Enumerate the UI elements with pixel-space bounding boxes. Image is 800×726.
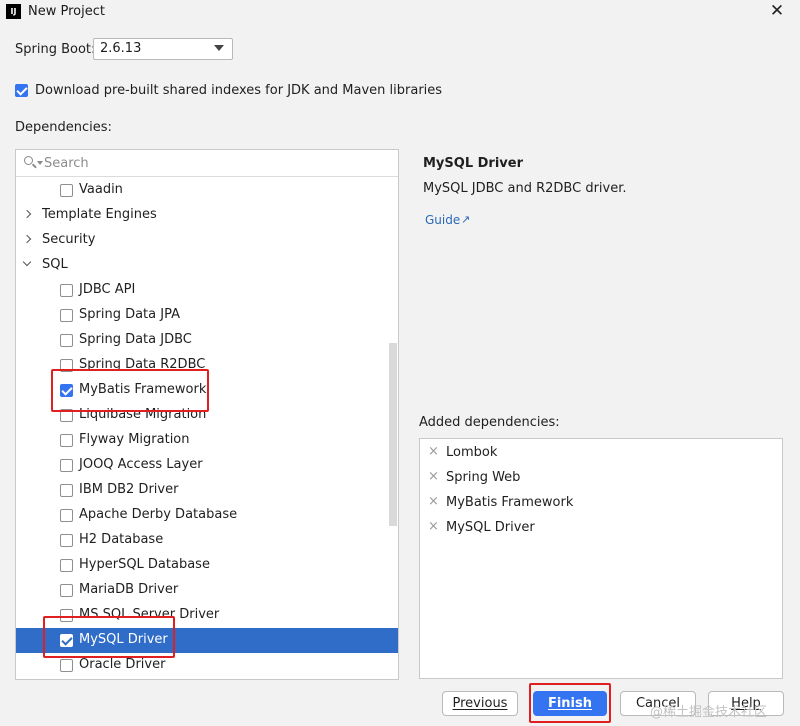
dependency-label: MariaDB Driver bbox=[79, 582, 179, 597]
search-history-caret-icon[interactable] bbox=[37, 161, 43, 165]
title-bar bbox=[0, 0, 800, 26]
spring-boot-label: Spring Boot: bbox=[15, 42, 96, 57]
dependency-label: Spring Data JDBC bbox=[79, 332, 192, 347]
added-dependency-label: Spring Web bbox=[446, 470, 521, 485]
tree-category-row[interactable]: Security bbox=[16, 228, 398, 253]
dependency-info-description: MySQL JDBC and R2DBC driver. bbox=[423, 181, 627, 196]
download-indexes-label: Download pre-built shared indexes for JD… bbox=[35, 83, 443, 98]
dependency-checkbox[interactable] bbox=[60, 334, 73, 347]
dependency-row[interactable]: Apache Derby Database bbox=[16, 503, 398, 528]
dependency-row[interactable]: IBM DB2 Driver bbox=[16, 478, 398, 503]
highlight-box-mybatis bbox=[51, 369, 209, 412]
dependency-row[interactable]: Flyway Migration bbox=[16, 428, 398, 453]
dependencies-tree: Vaadin Template Engines Security SQL JDBC AP… bbox=[15, 149, 399, 680]
search-input[interactable] bbox=[44, 154, 344, 172]
search-icon[interactable] bbox=[24, 156, 33, 165]
tree-category-label: Security bbox=[42, 232, 96, 247]
dependency-label: HyperSQL Database bbox=[79, 557, 210, 572]
dependency-label: JDBC API bbox=[79, 282, 136, 297]
external-link-icon: ↗ bbox=[461, 213, 471, 226]
dependency-label: Spring Data JPA bbox=[79, 307, 180, 322]
close-icon[interactable]: ✕ bbox=[764, 0, 790, 24]
tree-category-row[interactable]: SQL bbox=[16, 253, 398, 278]
dependency-checkbox[interactable] bbox=[60, 309, 73, 322]
added-dependency-label: Lombok bbox=[446, 445, 498, 460]
dependency-label: JOOQ Access Layer bbox=[79, 457, 203, 472]
dependency-row[interactable]: HyperSQL Database bbox=[16, 553, 398, 578]
download-indexes-checkbox[interactable] bbox=[15, 84, 28, 97]
dependency-label: H2 Database bbox=[79, 532, 164, 547]
dependency-label: Oracle Driver bbox=[79, 657, 166, 672]
dependency-row[interactable]: JOOQ Access Layer bbox=[16, 453, 398, 478]
dependency-info-title: MySQL Driver bbox=[423, 156, 523, 171]
watermark-text: @稀土掘金技术社区 bbox=[650, 705, 768, 720]
dependency-checkbox[interactable] bbox=[60, 509, 73, 522]
added-dependency-item[interactable]: × MyBatis Framework bbox=[420, 491, 780, 516]
added-dependencies-list: × Lombok × Spring Web × MyBatis Framework × MyS… bbox=[419, 438, 783, 679]
dependency-checkbox[interactable] bbox=[60, 584, 73, 597]
tree-category-label: SQL bbox=[42, 257, 68, 272]
search-row bbox=[16, 150, 398, 177]
dependency-checkbox[interactable] bbox=[60, 284, 73, 297]
dependency-label: IBM DB2 Driver bbox=[79, 482, 179, 497]
highlight-box-finish bbox=[529, 683, 611, 723]
added-dependency-label: MyBatis Framework bbox=[446, 495, 574, 510]
tree-category-label: Template Engines bbox=[42, 207, 157, 222]
dependency-checkbox[interactable] bbox=[60, 659, 73, 672]
window-title: New Project bbox=[28, 4, 105, 19]
dependency-row[interactable]: Vaadin bbox=[16, 178, 398, 203]
previous-button-label: Previous bbox=[452, 696, 508, 711]
dependency-row[interactable]: H2 Database bbox=[16, 528, 398, 553]
remove-dependency-icon[interactable]: × bbox=[428, 469, 439, 484]
spring-boot-version-select[interactable]: 2.6.13 bbox=[93, 38, 233, 60]
dependency-label: Flyway Migration bbox=[79, 432, 190, 447]
remove-dependency-icon[interactable]: × bbox=[428, 444, 439, 459]
dependency-checkbox[interactable] bbox=[60, 184, 73, 197]
dependency-row[interactable]: MariaDB Driver bbox=[16, 578, 398, 603]
dependency-label: Vaadin bbox=[79, 182, 123, 197]
dependency-row[interactable]: Spring Data JDBC bbox=[16, 328, 398, 353]
added-dependency-item[interactable]: × Lombok bbox=[420, 441, 780, 466]
added-dependencies-label: Added dependencies: bbox=[419, 415, 560, 430]
dependencies-label: Dependencies: bbox=[15, 120, 112, 135]
remove-dependency-icon[interactable]: × bbox=[428, 519, 439, 534]
remove-dependency-icon[interactable]: × bbox=[428, 494, 439, 509]
added-dependency-item[interactable]: × Spring Web bbox=[420, 466, 780, 491]
spring-boot-version-value: 2.6.13 bbox=[100, 41, 142, 56]
guide-link[interactable]: Guide bbox=[425, 213, 460, 227]
added-dependency-label: MySQL Driver bbox=[446, 520, 535, 535]
chevron-right-icon[interactable] bbox=[22, 209, 32, 219]
chevron-down-icon[interactable] bbox=[22, 257, 32, 267]
added-dependency-item[interactable]: × MySQL Driver bbox=[420, 516, 780, 541]
intellij-app-icon: IJ bbox=[6, 4, 21, 19]
tree-category-row[interactable]: Template Engines bbox=[16, 203, 398, 228]
chevron-right-icon[interactable] bbox=[22, 234, 32, 244]
dependency-checkbox[interactable] bbox=[60, 459, 73, 472]
dependency-row[interactable]: JDBC API bbox=[16, 278, 398, 303]
highlight-box-mysql bbox=[43, 616, 175, 658]
tree-scrollbar[interactable] bbox=[389, 343, 397, 526]
dependency-checkbox[interactable] bbox=[60, 534, 73, 547]
dependency-label: Apache Derby Database bbox=[79, 507, 238, 522]
previous-button[interactable]: Previous bbox=[442, 691, 518, 716]
dependency-checkbox[interactable] bbox=[60, 559, 73, 572]
dependency-checkbox[interactable] bbox=[60, 484, 73, 497]
dependency-checkbox[interactable] bbox=[60, 434, 73, 447]
dependency-row[interactable]: Spring Data JPA bbox=[16, 303, 398, 328]
dropdown-arrow-icon bbox=[214, 45, 224, 51]
